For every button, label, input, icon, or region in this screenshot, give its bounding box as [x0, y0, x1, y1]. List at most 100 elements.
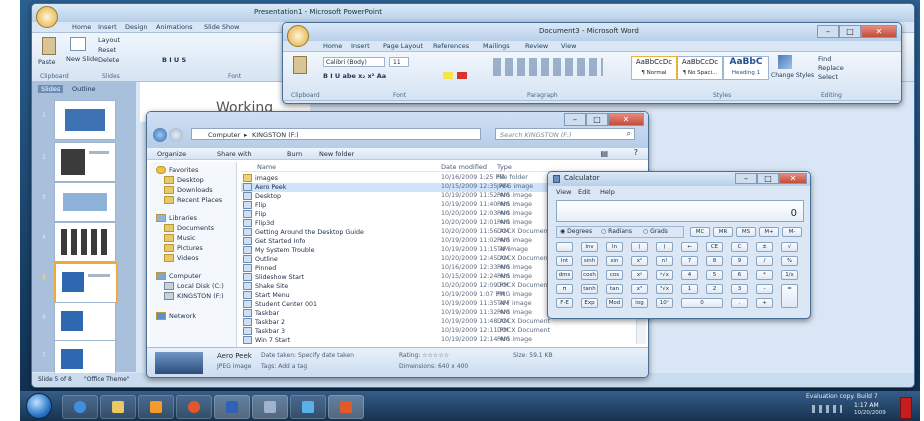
style-heading-1[interactable]: AaBbC Heading 1	[723, 56, 769, 80]
layout-button[interactable]: Layout	[98, 36, 120, 44]
calc-key[interactable]: %	[781, 256, 798, 266]
maximize-button[interactable]: □	[757, 173, 779, 184]
slide-thumbnail-selected[interactable]	[54, 262, 118, 304]
slide-thumbnail[interactable]	[54, 100, 116, 140]
calc-key[interactable]: Int	[556, 256, 573, 266]
burn-button[interactable]: Burn	[287, 150, 302, 158]
column-name[interactable]: Name	[257, 163, 276, 171]
radio-degrees[interactable]: ◉ Degrees	[560, 228, 592, 235]
taskbar-calculator-button[interactable]	[252, 395, 288, 419]
word-tab-mailings[interactable]: Mailings	[483, 42, 510, 50]
paste-icon[interactable]	[293, 56, 307, 74]
menu-help[interactable]: Help	[600, 188, 615, 196]
minimize-button[interactable]: –	[735, 173, 757, 184]
word-tab-insert[interactable]: Insert	[351, 42, 370, 50]
ppt-tab-insert[interactable]: Insert	[98, 23, 117, 31]
radio-radians[interactable]: ○ Radians	[601, 228, 632, 235]
slide-thumbnail[interactable]	[54, 142, 116, 182]
style-normal[interactable]: AaBbCcDc ¶ Normal	[631, 56, 677, 80]
paragraph-icons[interactable]	[493, 58, 603, 76]
column-date-modified[interactable]: Date modified	[441, 163, 487, 171]
help-icon[interactable]: ?	[634, 148, 638, 157]
nav-item[interactable]: Local Disk (C:)	[164, 282, 224, 290]
new-folder-button[interactable]: New folder	[319, 150, 354, 158]
calc-key[interactable]: cosh	[581, 270, 598, 280]
calc-key[interactable]: 7	[681, 256, 698, 266]
details-tags[interactable]: Tags: Add a tag	[261, 363, 307, 370]
nav-item[interactable]: Computer	[156, 272, 201, 280]
calc-key[interactable]: 2	[706, 284, 723, 294]
calc-key[interactable]: F-E	[556, 298, 573, 308]
select-button[interactable]: Select	[818, 73, 838, 81]
find-button[interactable]: Find	[818, 55, 831, 63]
back-button[interactable]	[153, 128, 167, 142]
office-button[interactable]	[36, 6, 58, 28]
nav-item[interactable]: Downloads	[164, 186, 213, 194]
memory-key[interactable]: M+	[759, 227, 779, 237]
nav-item[interactable]: Network	[156, 312, 196, 320]
close-button[interactable]: ✕	[779, 173, 807, 184]
memory-key[interactable]: M-	[782, 227, 802, 237]
forward-button[interactable]	[169, 128, 183, 142]
reset-button[interactable]: Reset	[98, 46, 116, 54]
calc-key[interactable]: 6	[731, 270, 748, 280]
file-row[interactable]: Taskbar 2 10/19/2009 11:48 AM DOCX Documen…	[241, 318, 634, 327]
calc-key[interactable]: log	[631, 298, 648, 308]
style-no-spacing[interactable]: AaBbCcDc ¶ No Spaci...	[677, 56, 723, 80]
calc-key[interactable]: x²	[631, 256, 648, 266]
paste-button[interactable]: Paste	[38, 58, 56, 66]
calc-key[interactable]: .	[731, 298, 748, 308]
calc-key[interactable]: (	[631, 242, 648, 252]
slide-thumbnail[interactable]	[54, 222, 116, 262]
nav-item[interactable]: Favorites	[156, 166, 198, 174]
memory-key[interactable]: MR	[713, 227, 733, 237]
taskbar-powerpoint-button[interactable]	[328, 395, 364, 419]
radio-grads[interactable]: ○ Grads	[643, 228, 668, 235]
calculator-titlebar[interactable]: Calculator – □ ✕	[548, 172, 810, 186]
calc-key[interactable]: Mod	[606, 298, 623, 308]
nav-item[interactable]: KINGSTON (F:)	[164, 292, 224, 300]
calc-key[interactable]: ln	[606, 242, 623, 252]
calc-key[interactable]: x³	[631, 284, 648, 294]
taskbar-ie-button[interactable]	[62, 395, 98, 419]
details-date-taken[interactable]: Date taken: Specify date taken	[261, 352, 354, 359]
memory-key[interactable]: MC	[690, 227, 710, 237]
show-desktop-button[interactable]	[900, 397, 912, 419]
taskbar-paint-button[interactable]	[290, 395, 326, 419]
search-icon[interactable]: ⌕	[627, 129, 631, 139]
file-row[interactable]: Win 7 Start 10/19/2009 12:14 AM PNG image	[241, 336, 634, 345]
calc-key[interactable]: 8	[706, 256, 723, 266]
breadcrumb-drive[interactable]: KINGSTON (F:)	[252, 131, 299, 139]
word-titlebar[interactable]: Document3 - Microsoft Word – □ ✕	[283, 23, 901, 47]
calc-key[interactable]: n!	[656, 256, 673, 266]
calc-key[interactable]: 4	[681, 270, 698, 280]
calc-key[interactable]: dms	[556, 270, 573, 280]
calc-key[interactable]: /	[756, 256, 773, 266]
calc-key[interactable]: xʸ	[631, 270, 648, 280]
organize-button[interactable]: Organize	[157, 150, 186, 158]
tray-icons[interactable]	[812, 405, 842, 413]
ppt-tab-slideshow[interactable]: Slide Show	[204, 23, 239, 31]
menu-edit[interactable]: Edit	[578, 188, 591, 196]
share-with-button[interactable]: Share with	[217, 150, 252, 158]
slide-thumbnail[interactable]	[54, 182, 116, 222]
replace-button[interactable]: Replace	[818, 64, 844, 72]
nav-item[interactable]: Documents	[164, 224, 214, 232]
calc-key[interactable]: 10ˣ	[656, 298, 673, 308]
file-row[interactable]: Taskbar 3 10/19/2009 12:11 PM DOCX Documen…	[241, 327, 634, 336]
start-button[interactable]	[26, 393, 52, 419]
taskbar-media-button[interactable]	[138, 395, 174, 419]
calc-key[interactable]: tanh	[581, 284, 598, 294]
calc-key[interactable]	[556, 242, 573, 252]
taskbar-firefox-button[interactable]	[176, 395, 212, 419]
pane-tab-outline[interactable]: Outline	[72, 85, 96, 93]
search-input[interactable]: Search KINGSTON (F:)	[500, 131, 572, 139]
nav-item[interactable]: Pictures	[164, 244, 203, 252]
breadcrumb-computer[interactable]: Computer	[208, 131, 240, 139]
nav-item[interactable]: Videos	[164, 254, 199, 262]
new-slide-icon[interactable]	[70, 37, 86, 51]
calc-key[interactable]: 5	[706, 270, 723, 280]
ppt-tab-design[interactable]: Design	[125, 23, 147, 31]
taskbar-word-button[interactable]	[214, 395, 250, 419]
delete-button[interactable]: Delete	[98, 56, 119, 64]
